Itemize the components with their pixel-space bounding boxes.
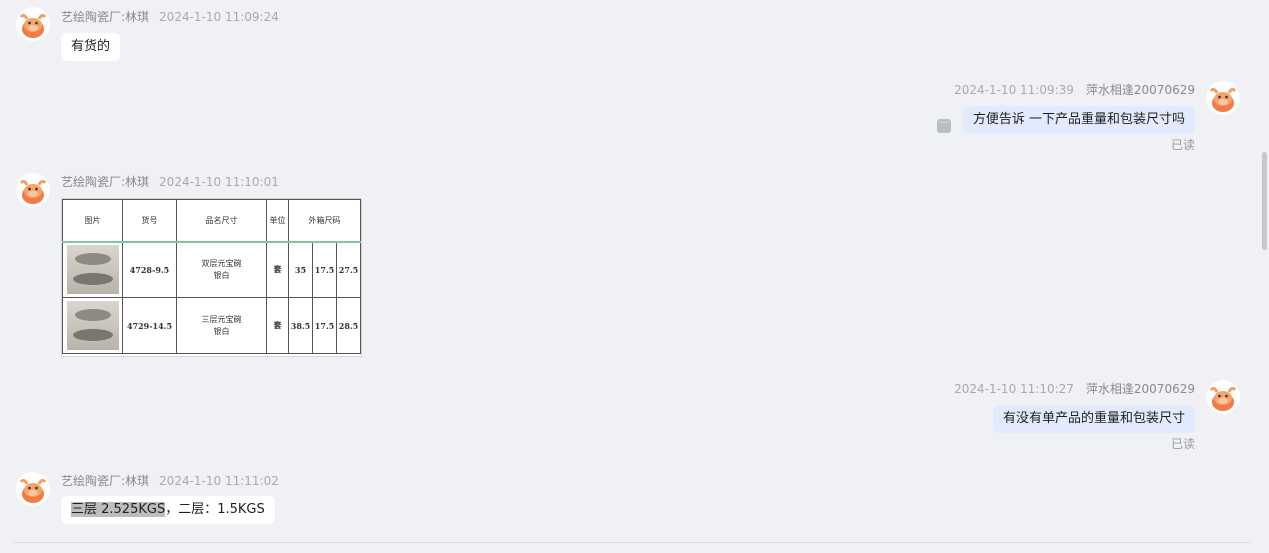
message-time: 2024-1-10 11:09:24 (159, 10, 279, 24)
scrollbar-thumb[interactable] (1262, 152, 1267, 250)
sender-name: 萍水相逢20070629 (1085, 83, 1195, 97)
message-text: ，二层：1.5KGS (165, 502, 265, 517)
avatar[interactable] (1206, 380, 1240, 414)
sender-name: 萍水相逢20070629 (1085, 382, 1195, 396)
message-bubble[interactable]: 三层 2.525KGS，二层：1.5KGS (61, 496, 275, 524)
table-row: 4729-14.5 三层元宝碗 银白 套 38.5 17.5 28.5 (62, 297, 361, 354)
cartoon-cow-icon (19, 478, 47, 503)
message-meta: 2024-1-10 11:09:39 萍水相逢20070629 (954, 81, 1195, 98)
cartoon-cow-icon (19, 13, 47, 38)
cartoon-cow-icon (1209, 386, 1237, 411)
cartoon-cow-icon (19, 179, 47, 204)
product-photo (62, 297, 123, 354)
box-height: 27.5 (336, 241, 361, 298)
message-bubble[interactable]: 方便告诉 一下产品重量和包装尺寸吗 (962, 106, 1195, 134)
message-time: 2024-1-10 11:11:02 (159, 474, 279, 488)
avatar[interactable] (16, 173, 50, 207)
read-status: 已读 (1170, 138, 1195, 152)
table-row: 4728-9.5 双层元宝碗 银白 套 35 17.5 27.5 (62, 241, 361, 298)
product-name: 双层元宝碗 银白 (176, 241, 267, 298)
message-bubble[interactable]: 有货的 (61, 33, 121, 61)
sender-name: 艺绘陶瓷厂:林琪 (61, 474, 150, 488)
product-table: 图片 货号 品名尺寸 单位 外箱尺码 4728-9.5 双层元宝碗 银白 套 35… (62, 199, 361, 354)
product-name: 三层元宝碗 银白 (176, 297, 267, 354)
message-bubble[interactable]: 有没有单产品的重量和包装尺寸 (992, 405, 1195, 433)
box-length: 38.5 (288, 297, 313, 354)
message-time: 2024-1-10 11:09:39 (954, 83, 1074, 97)
table-header: 单位 (266, 199, 289, 243)
message-time: 2024-1-10 11:10:01 (159, 175, 279, 189)
table-header: 品名尺寸 (176, 199, 267, 243)
sender-name: 艺绘陶瓷厂:林琪 (61, 175, 150, 189)
message-meta: 2024-1-10 11:10:27 萍水相逢20070629 (954, 380, 1195, 397)
box-width: 17.5 (312, 241, 337, 298)
product-code: 4729-14.5 (122, 297, 177, 354)
table-header: 货号 (122, 199, 177, 243)
input-divider (14, 542, 1250, 543)
sender-name: 艺绘陶瓷厂:林琪 (61, 10, 150, 24)
cartoon-cow-icon (1209, 87, 1237, 112)
avatar[interactable] (16, 472, 50, 506)
message-meta: 艺绘陶瓷厂:林琪 2024-1-10 11:11:02 (61, 472, 279, 489)
message-meta: 艺绘陶瓷厂:林琪 2024-1-10 11:10:01 (61, 173, 279, 190)
avatar[interactable] (16, 7, 50, 41)
read-status: 已读 (1170, 437, 1195, 451)
message-time: 2024-1-10 11:10:27 (954, 382, 1074, 396)
table-header: 外箱尺码 (288, 199, 361, 243)
table-header: 图片 (62, 199, 123, 243)
product-unit: 套 (266, 241, 289, 298)
box-length: 35 (288, 241, 313, 298)
product-code: 4728-9.5 (122, 241, 177, 298)
product-photo (62, 241, 123, 298)
more-options-icon[interactable]: ··· (937, 119, 951, 133)
image-message[interactable]: 图片 货号 品名尺寸 单位 外箱尺码 4728-9.5 双层元宝碗 银白 套 35… (61, 198, 362, 357)
box-width: 17.5 (312, 297, 337, 354)
avatar[interactable] (1206, 81, 1240, 115)
selected-text: 三层 2.525KGS (71, 502, 166, 517)
product-unit: 套 (266, 297, 289, 354)
message-meta: 艺绘陶瓷厂:林琪 2024-1-10 11:09:24 (61, 8, 279, 25)
box-height: 28.5 (336, 297, 361, 354)
